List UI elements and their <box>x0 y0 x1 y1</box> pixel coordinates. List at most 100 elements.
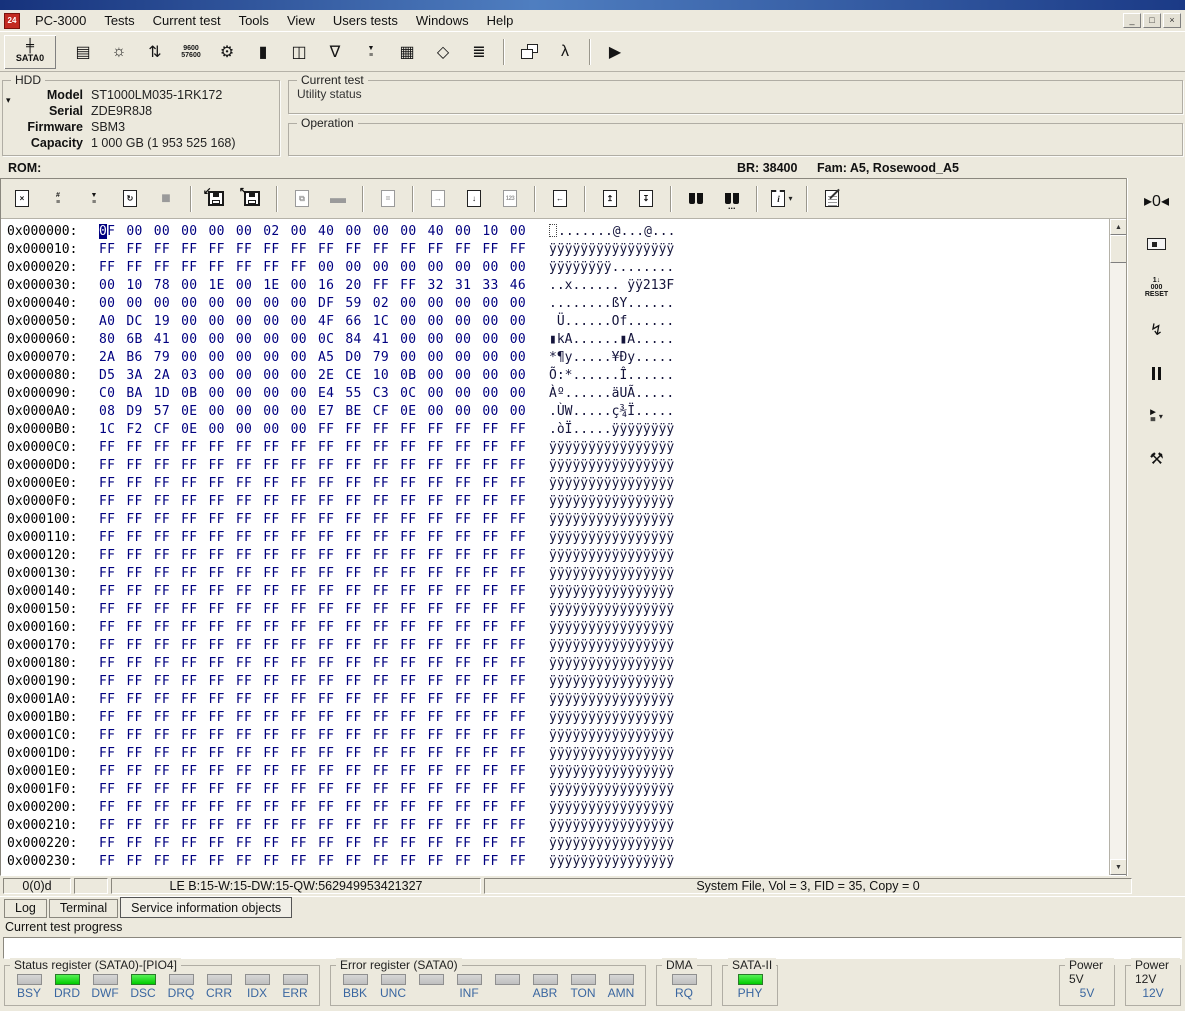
restore-button[interactable]: □ <box>1143 13 1161 28</box>
baud-rate-icon[interactable]: 9600 57600 <box>174 37 208 67</box>
hex-ascii[interactable]: ▮kA......▮A..... <box>549 331 674 349</box>
tab-terminal[interactable]: Terminal <box>49 899 118 918</box>
hex-row[interactable]: 0x000060:80 6B 41 00 00 00 00 00 0C 84 4… <box>7 331 1109 349</box>
hex-dump-view[interactable]: 0x000000:0F 00 00 00 00 00 02 00 40 00 0… <box>1 219 1109 875</box>
hex-bytes[interactable]: FF FF FF FF FF FF FF FF FF FF FF FF FF F… <box>99 727 535 745</box>
close-button[interactable]: × <box>1163 13 1181 28</box>
hex-row[interactable]: 0x000020:FF FF FF FF FF FF FF FF 00 00 0… <box>7 259 1109 277</box>
save-from-file-icon[interactable]: ↙ <box>199 184 233 214</box>
hex-bytes[interactable]: FF FF FF FF FF FF FF FF FF FF FF FF FF F… <box>99 457 535 475</box>
heads-filter-icon[interactable]: ▼ ≡ <box>354 37 388 67</box>
hex-row[interactable]: 0x000000:0F 00 00 00 00 00 02 00 40 00 0… <box>7 223 1109 241</box>
hex-row[interactable]: 0x000090:C0 BA 1D 0B 00 00 00 00 E4 55 C… <box>7 385 1109 403</box>
hex-ascii[interactable]: ÿÿÿÿÿÿÿÿÿÿÿÿÿÿÿÿ <box>549 781 674 799</box>
scheme-icon[interactable]: ◇ <box>426 37 460 67</box>
hex-ascii[interactable]: ÿÿÿÿÿÿÿÿÿÿÿÿÿÿÿÿ <box>549 745 674 763</box>
hex-ascii[interactable]: ÿÿÿÿÿÿÿÿÿÿÿÿÿÿÿÿ <box>549 241 674 259</box>
hex-row[interactable]: 0x000010:FF FF FF FF FF FF FF FF FF FF F… <box>7 241 1109 259</box>
settings-gear-icon[interactable]: ⚙ <box>210 37 244 67</box>
scroll-up-icon[interactable]: ▲ <box>1110 219 1127 235</box>
goto-offset-icon[interactable]: # ≡ <box>41 184 75 214</box>
menu-pc-3000[interactable]: PC-3000 <box>26 11 95 30</box>
hex-bytes[interactable]: 0F 00 00 00 00 00 02 00 40 00 00 00 40 0… <box>99 223 535 241</box>
hex-bytes[interactable]: 00 10 78 00 1E 00 1E 00 16 20 FF FF 32 3… <box>99 277 535 295</box>
hex-bytes[interactable]: FF FF FF FF FF FF FF FF FF FF FF FF FF F… <box>99 511 535 529</box>
hex-ascii[interactable]: ÿÿÿÿÿÿÿÿÿÿÿÿÿÿÿÿ <box>549 835 674 853</box>
hex-row[interactable]: 0x000150:FF FF FF FF FF FF FF FF FF FF F… <box>7 601 1109 619</box>
hex-row[interactable]: 0x000230:FF FF FF FF FF FF FF FF FF FF F… <box>7 853 1109 871</box>
hex-ascii[interactable]: ÿÿÿÿÿÿÿÿÿÿÿÿÿÿÿÿ <box>549 601 674 619</box>
hex-row[interactable]: 0x000120:FF FF FF FF FF FF FF FF FF FF F… <box>7 547 1109 565</box>
chip-icon[interactable]: ▮ <box>246 37 280 67</box>
hex-ascii[interactable]: ÿÿÿÿÿÿÿÿÿÿÿÿÿÿÿÿ <box>549 547 674 565</box>
hex-ascii[interactable]: ÿÿÿÿÿÿÿÿÿÿÿÿÿÿÿÿ <box>549 457 674 475</box>
next-object-icon[interactable]: ↧ <box>629 184 663 214</box>
hex-ascii[interactable]: ÿÿÿÿÿÿÿÿÿÿÿÿÿÿÿÿ <box>549 637 674 655</box>
board-icon[interactable]: ◫ <box>282 37 316 67</box>
save-to-file-icon[interactable]: ↖ <box>235 184 269 214</box>
hex-ascii[interactable]: ÿÿÿÿÿÿÿÿÿÿÿÿÿÿÿÿ <box>549 511 674 529</box>
hex-bytes[interactable]: FF FF FF FF FF FF FF FF FF FF FF FF FF F… <box>99 763 535 781</box>
hex-bytes[interactable]: FF FF FF FF FF FF FF FF FF FF FF FF FF F… <box>99 583 535 601</box>
hex-row[interactable]: 0x000180:FF FF FF FF FF FF FF FF FF FF F… <box>7 655 1109 673</box>
hex-ascii[interactable]: ........ßY...... <box>549 295 674 313</box>
dropdown-caret-icon[interactable]: ▾ <box>1159 412 1163 421</box>
hex-row[interactable]: 0x0001E0:FF FF FF FF FF FF FF FF FF FF F… <box>7 763 1109 781</box>
hex-row[interactable]: 0x000040:00 00 00 00 00 00 00 00 DF 59 0… <box>7 295 1109 313</box>
hex-row[interactable]: 0x000030:00 10 78 00 1E 00 1E 00 16 20 F… <box>7 277 1109 295</box>
hex-ascii[interactable]: ÿÿÿÿÿÿÿÿÿÿÿÿÿÿÿÿ <box>549 853 674 871</box>
hex-row[interactable]: 0x000210:FF FF FF FF FF FF FF FF FF FF F… <box>7 817 1109 835</box>
hex-row[interactable]: 0x0001B0:FF FF FF FF FF FF FF FF FF FF F… <box>7 709 1109 727</box>
hex-row[interactable]: 0x0000F0:FF FF FF FF FF FF FF FF FF FF F… <box>7 493 1109 511</box>
database-funnel-icon[interactable]: ∇ <box>318 37 352 67</box>
hex-row[interactable]: 0x000190:FF FF FF FF FF FF FF FF FF FF F… <box>7 673 1109 691</box>
object-info-icon[interactable]: i▾ <box>765 184 799 214</box>
hex-bytes[interactable]: 2A B6 79 00 00 00 00 00 A5 D0 79 00 00 0… <box>99 349 535 367</box>
marker-dropdown-icon[interactable]: ▼ ≡ <box>77 184 111 214</box>
hex-bytes[interactable]: FF FF FF FF FF FF FF FF FF FF FF FF FF F… <box>99 691 535 709</box>
hex-ascii[interactable]: ÿÿÿÿÿÿÿÿÿÿÿÿÿÿÿÿ <box>549 655 674 673</box>
prev-object-icon[interactable]: ↥ <box>593 184 627 214</box>
reset-icon[interactable]: 1↓ 000 RESET <box>1145 274 1168 300</box>
hex-ascii[interactable]: ÿÿÿÿÿÿÿÿÿÿÿÿÿÿÿÿ <box>549 673 674 691</box>
hex-row[interactable]: 0x000100:FF FF FF FF FF FF FF FF FF FF F… <box>7 511 1109 529</box>
report-list-icon[interactable]: ≣ <box>462 37 496 67</box>
hex-bytes[interactable]: FF FF FF FF FF FF FF FF FF FF FF FF FF F… <box>99 529 535 547</box>
hex-row[interactable]: 0x000160:FF FF FF FF FF FF FF FF FF FF F… <box>7 619 1109 637</box>
lamp-resources-icon[interactable]: ☼ <box>102 37 136 67</box>
hex-ascii[interactable]: ÿÿÿÿÿÿÿÿÿÿÿÿÿÿÿÿ <box>549 583 674 601</box>
hex-row[interactable]: 0x000140:FF FF FF FF FF FF FF FF FF FF F… <box>7 583 1109 601</box>
hex-ascii[interactable]: .òÏ.....ÿÿÿÿÿÿÿÿ <box>549 421 674 439</box>
hex-ascii[interactable]: .ÙW.....ç¾Ï..... <box>549 403 674 421</box>
hex-cursor[interactable]: 0 <box>99 224 107 239</box>
hex-bytes[interactable]: FF FF FF FF FF FF FF FF FF FF FF FF FF F… <box>99 817 535 835</box>
scroll-down-icon[interactable]: ▼ <box>1110 859 1127 875</box>
hex-row[interactable]: 0x0000D0:FF FF FF FF FF FF FF FF FF FF F… <box>7 457 1109 475</box>
start-sequence-icon[interactable]: ▶ ≣▾ <box>1150 403 1163 429</box>
hex-ascii[interactable]: ÿÿÿÿÿÿÿÿÿÿÿÿÿÿÿÿ <box>549 565 674 583</box>
hex-bytes[interactable]: FF FF FF FF FF FF FF FF FF FF FF FF FF F… <box>99 565 535 583</box>
hex-bytes[interactable]: FF FF FF FF FF FF FF FF FF FF FF FF FF F… <box>99 655 535 673</box>
hex-bytes[interactable]: FF FF FF FF FF FF FF FF FF FF FF FF FF F… <box>99 439 535 457</box>
hex-ascii[interactable]: ÿÿÿÿÿÿÿÿÿÿÿÿÿÿÿÿ <box>549 439 674 457</box>
tab-log[interactable]: Log <box>4 899 47 918</box>
hex-bytes[interactable]: FF FF FF FF FF FF FF FF FF FF FF FF FF F… <box>99 709 535 727</box>
hex-row[interactable]: 0x000050:A0 DC 19 00 00 00 00 00 4F 66 1… <box>7 313 1109 331</box>
hex-bytes[interactable]: FF FF FF FF FF FF FF FF FF FF FF FF FF F… <box>99 835 535 853</box>
tab-service-information-objects[interactable]: Service information objects <box>120 897 292 918</box>
hex-bytes[interactable]: C0 BA 1D 0B 00 00 00 00 E4 55 C3 0C 00 0… <box>99 385 535 403</box>
hex-bytes[interactable]: FF FF FF FF FF FF FF FF 00 00 00 00 00 0… <box>99 259 535 277</box>
reload-doc-icon[interactable]: ↻ <box>113 184 147 214</box>
find-icon[interactable] <box>679 184 713 214</box>
load-doc-icon[interactable]: ↓ <box>457 184 491 214</box>
hex-ascii[interactable]: ÿÿÿÿÿÿÿÿÿÿÿÿÿÿÿÿ <box>549 493 674 511</box>
hex-bytes[interactable]: FF FF FF FF FF FF FF FF FF FF FF FF FF F… <box>99 619 535 637</box>
hex-ascii[interactable]: ÿÿÿÿÿÿÿÿÿÿÿÿÿÿÿÿ <box>549 475 674 493</box>
hex-row[interactable]: 0x0001D0:FF FF FF FF FF FF FF FF FF FF F… <box>7 745 1109 763</box>
hex-row[interactable]: 0x000070:2A B6 79 00 00 00 00 00 A5 D0 7… <box>7 349 1109 367</box>
hex-ascii[interactable]: ÿÿÿÿÿÿÿÿÿÿÿÿÿÿÿÿ <box>549 619 674 637</box>
hex-row[interactable]: 0x0000A0:08 D9 57 0E 00 00 00 00 E7 BE C… <box>7 403 1109 421</box>
hex-ascii[interactable]: ..x...... ÿÿ213F <box>549 277 674 295</box>
hex-row[interactable]: 0x0001A0:FF FF FF FF FF FF FF FF FF FF F… <box>7 691 1109 709</box>
relay-power-icon[interactable]: ↯ <box>1150 317 1163 343</box>
